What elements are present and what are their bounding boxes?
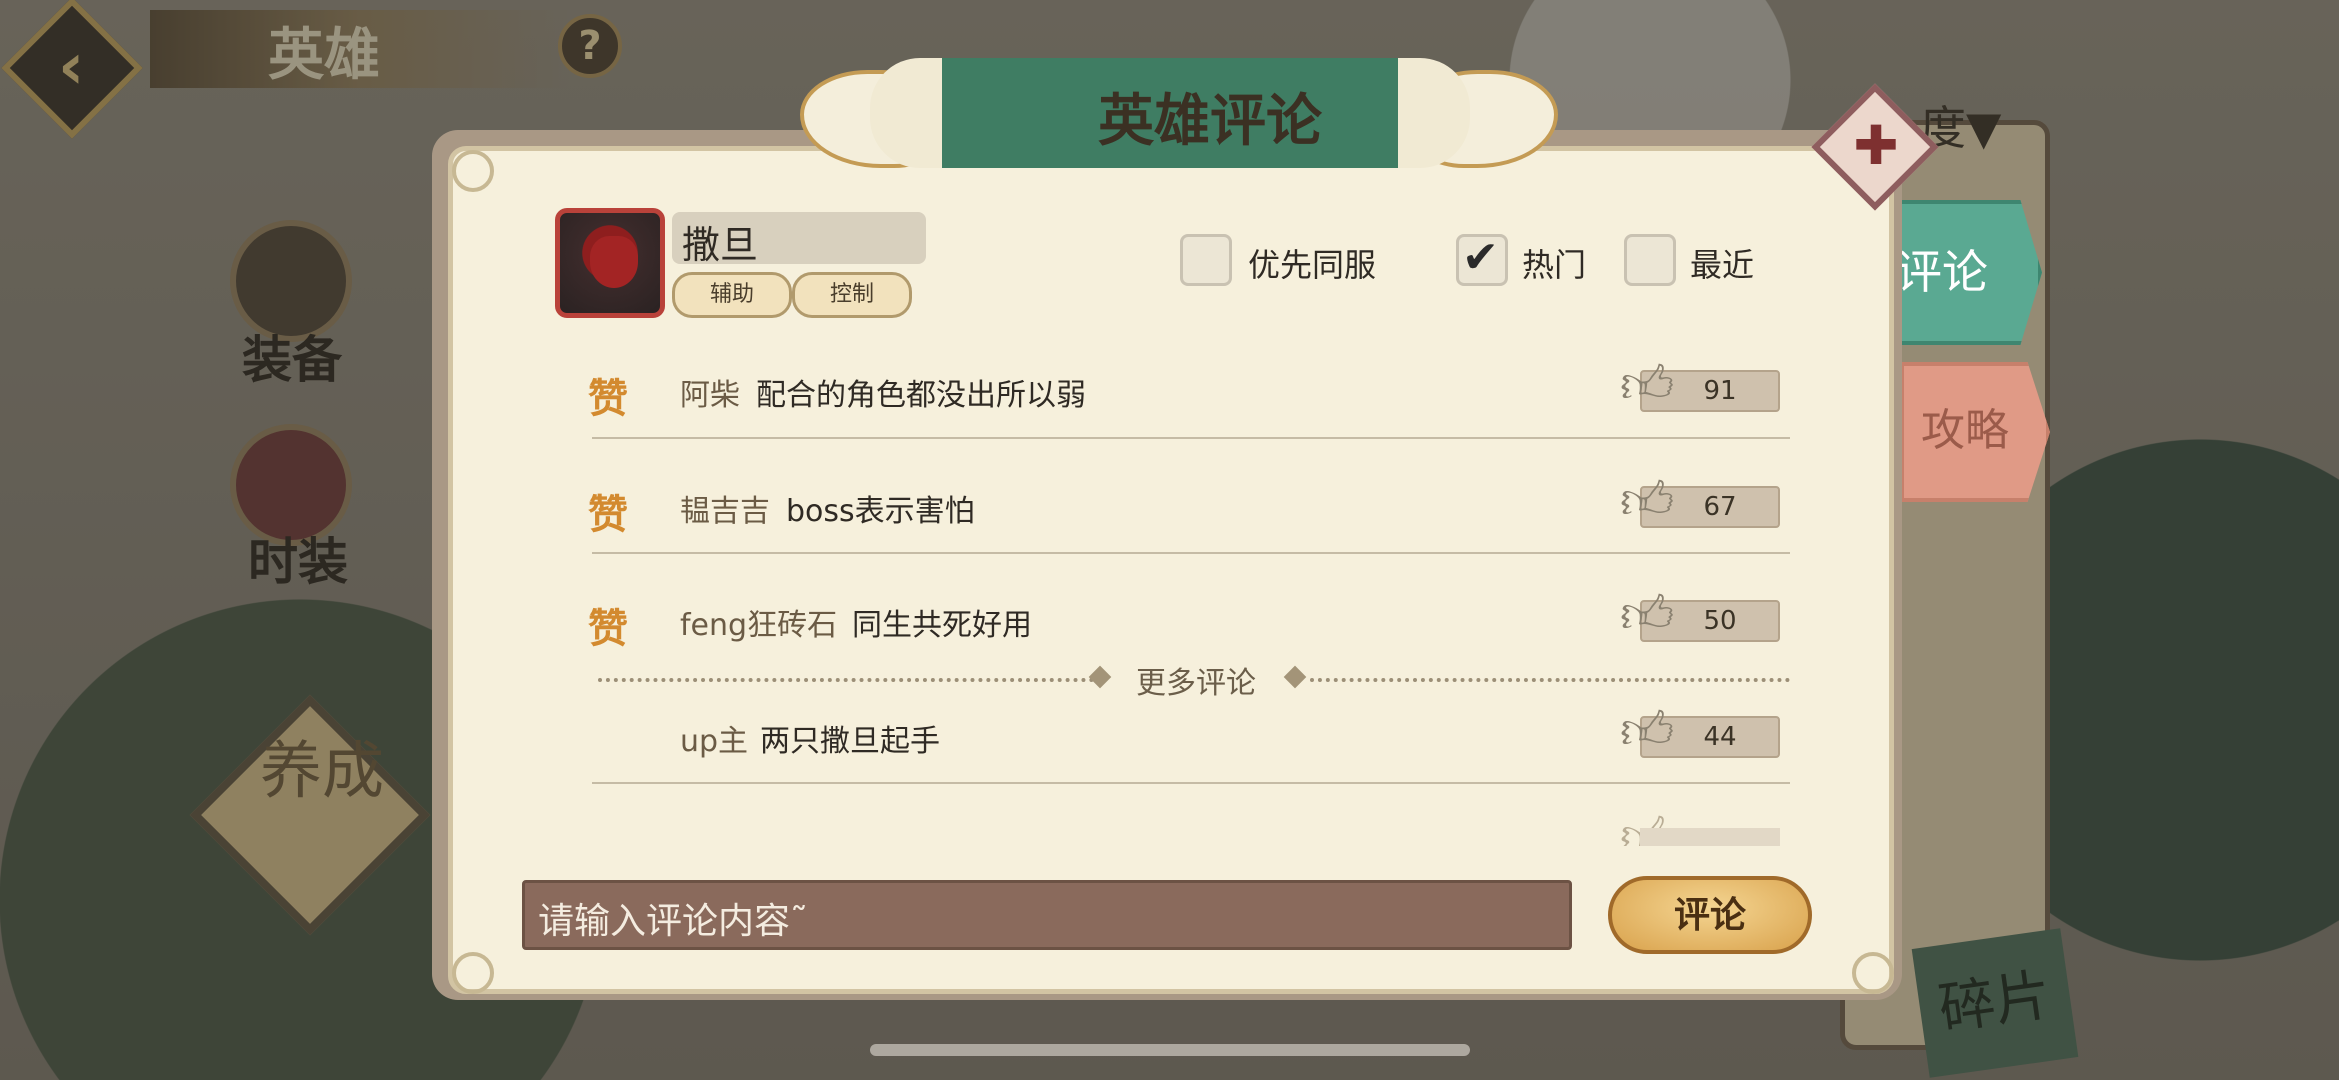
filter-recent-checkbox[interactable] <box>1624 234 1676 286</box>
comment-text: 两只撒旦起手 <box>760 724 940 759</box>
comment-text: 配合的角色都没出所以弱 <box>756 378 1086 413</box>
praise-badge: 赞 <box>588 605 628 652</box>
submit-comment-label[interactable]: 评论 <box>1608 886 1812 938</box>
divider <box>592 437 1790 439</box>
comment-user[interactable]: feng狂砖石 <box>680 600 837 644</box>
divider <box>592 552 1790 554</box>
comment-input-placeholder[interactable]: 请输入评论内容˜ <box>538 892 808 944</box>
comment-row: 赞 feng狂砖石 同生共死好用 50 👍︎ <box>580 576 1800 666</box>
comment-row: 赞 阿柴 配合的角色都没出所以弱 91 👍︎ <box>580 346 1800 436</box>
filter-recent-label[interactable]: 最近 <box>1690 240 1754 286</box>
comment-row: 赞 韫吉吉 boss表示害怕 67 👍︎ <box>580 462 1800 552</box>
close-icon[interactable]: ✚ <box>1846 116 1906 176</box>
comment-text: boss表示害怕 <box>786 494 975 529</box>
corner-ornament <box>452 952 494 994</box>
devil-face-icon <box>590 236 638 288</box>
thumbs-up-icon[interactable]: 👍︎ <box>1620 354 1674 416</box>
thumbs-up-icon[interactable]: 👍︎ <box>1620 584 1674 646</box>
hero-name: 撒旦 <box>682 223 759 267</box>
corner-ornament <box>1852 952 1894 994</box>
comment-row: up主 两只撒旦起手 44 👍︎ <box>580 692 1800 782</box>
dialog-title: 英雄评论 <box>1098 88 1322 154</box>
home-indicator <box>870 1044 1470 1056</box>
filter-same-server-label[interactable]: 优先同服 <box>1248 240 1376 286</box>
comment-user[interactable]: 阿柴 <box>680 370 740 414</box>
filter-hot-label[interactable]: 热门 <box>1522 240 1586 286</box>
more-divider-left <box>598 678 1094 682</box>
filter-same-server-checkbox[interactable] <box>1180 234 1232 286</box>
comment-user[interactable]: 韫吉吉 <box>680 486 770 530</box>
checkmark-icon: ✔ <box>1462 232 1499 283</box>
corner-ornament <box>452 150 494 192</box>
tab-guide[interactable]: 攻略 <box>1900 362 2050 502</box>
thumbs-up-icon[interactable]: 👍︎ <box>1620 470 1674 532</box>
praise-badge: 赞 <box>588 491 628 538</box>
divider <box>592 782 1790 784</box>
comment-text: 同生共死好用 <box>852 608 1032 643</box>
thumbs-up-icon[interactable]: 👍︎ <box>1620 700 1674 762</box>
hero-tag: 控制 <box>792 272 912 318</box>
comment-user[interactable]: up主 <box>680 716 748 760</box>
more-divider-right <box>1310 678 1790 682</box>
like-count-box <box>1640 828 1780 846</box>
hero-tag: 辅助 <box>672 272 792 318</box>
praise-badge: 赞 <box>588 375 628 422</box>
